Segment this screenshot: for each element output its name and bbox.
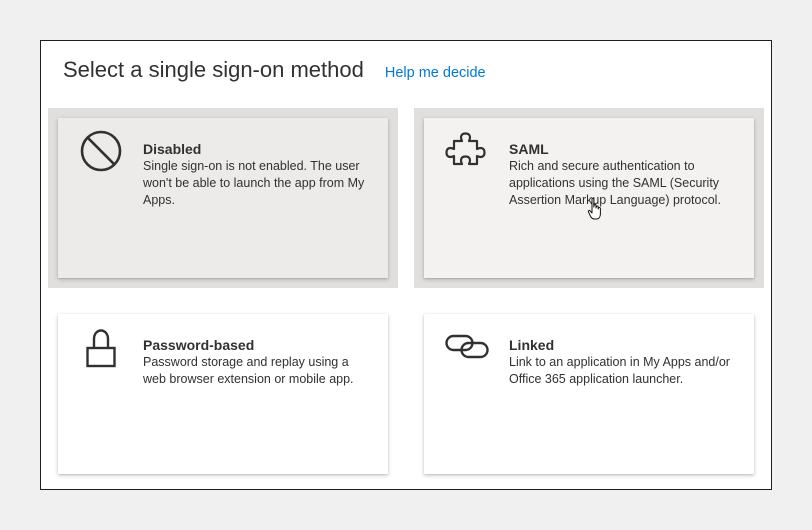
header: Select a single sign-on method Help me d… <box>63 57 486 83</box>
sso-tile-password-based[interactable]: Password-based Password storage and repl… <box>58 314 388 474</box>
tile-description: Link to an application in My Apps and/or… <box>509 355 730 386</box>
prohibited-icon <box>80 130 122 172</box>
tile-description: Single sign-on is not enabled. The user … <box>143 159 365 207</box>
tile-text: Linked Link to an application in My Apps… <box>509 336 741 388</box>
tile-text: Password-based Password storage and repl… <box>143 336 375 388</box>
sso-tile-linked[interactable]: Linked Link to an application in My Apps… <box>424 314 754 474</box>
help-me-decide-link[interactable]: Help me decide <box>385 65 486 81</box>
link-icon <box>445 334 489 359</box>
tile-name: SAML <box>509 141 549 157</box>
tile-name: Password-based <box>143 337 255 353</box>
tile-description: Rich and secure authentication to applic… <box>509 159 721 207</box>
tile-name: Linked <box>509 337 555 353</box>
tile-text: SAML Rich and secure authentication to a… <box>509 140 741 209</box>
lock-icon <box>86 329 116 368</box>
tile-name: Disabled <box>143 141 202 157</box>
page-title: Select a single sign-on method <box>63 57 364 82</box>
sso-method-panel: Select a single sign-on method Help me d… <box>40 40 772 490</box>
tile-description: Password storage and replay using a web … <box>143 355 354 386</box>
tile-text: Disabled Single sign-on is not enabled. … <box>143 140 375 209</box>
sso-tile-disabled[interactable]: Disabled Single sign-on is not enabled. … <box>58 118 388 278</box>
puzzle-piece-icon <box>445 132 486 166</box>
hand-cursor-icon <box>587 197 601 220</box>
